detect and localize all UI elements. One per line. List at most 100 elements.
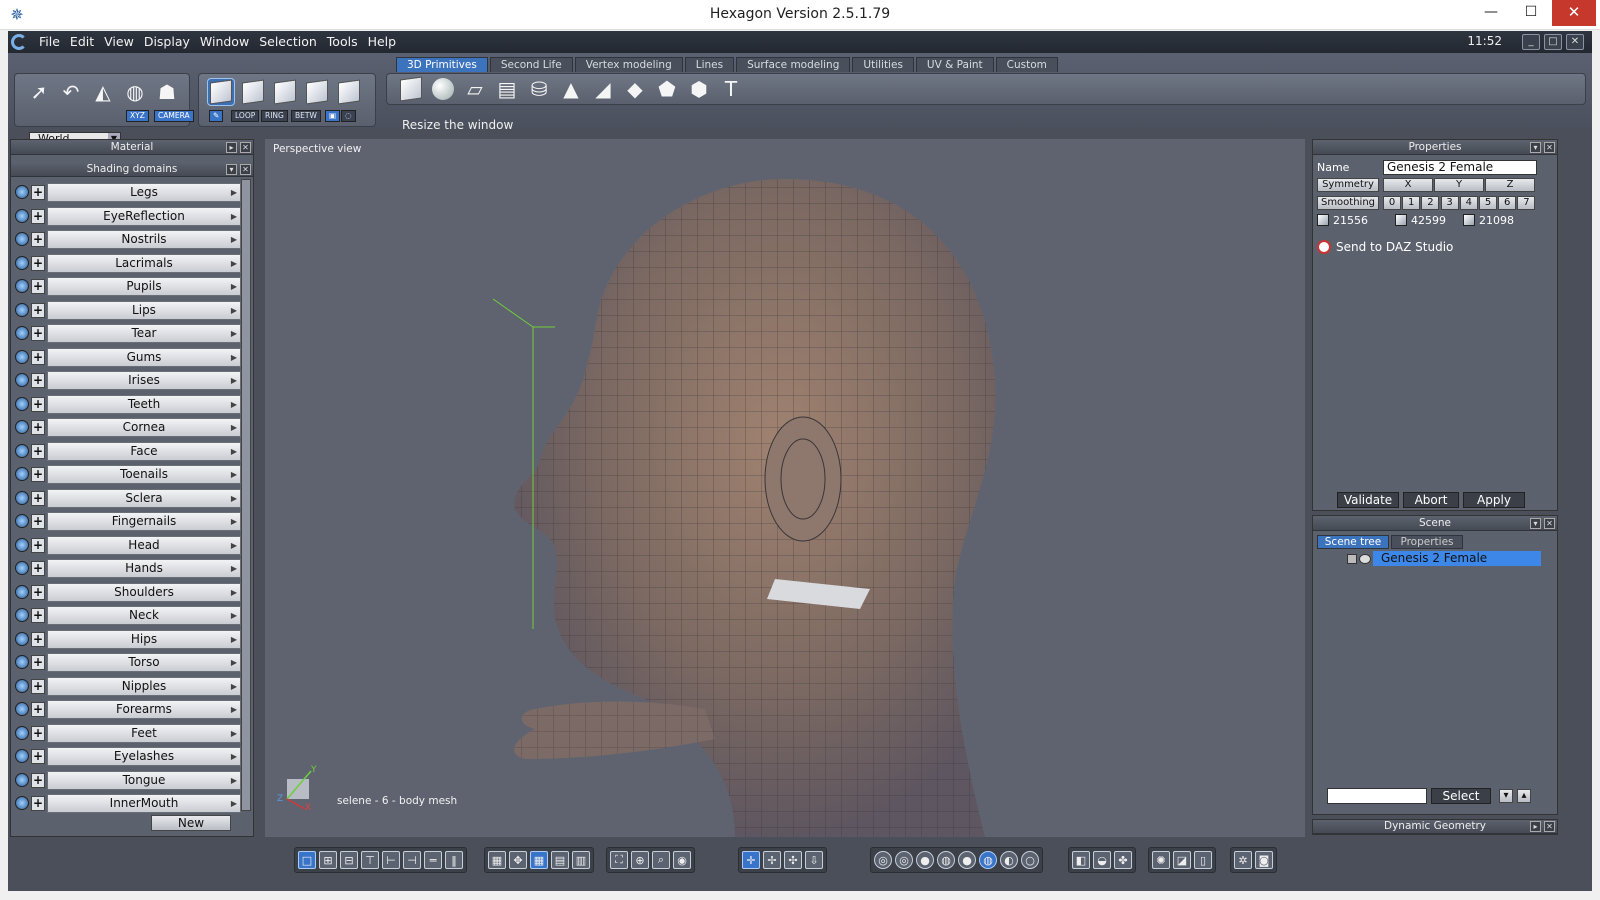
menu-window[interactable]: Window bbox=[195, 34, 254, 49]
loop-button[interactable]: LOOP bbox=[231, 110, 260, 122]
smoothing-button[interactable]: Smoothing bbox=[1317, 196, 1379, 210]
textured-wire-icon[interactable]: ◍ bbox=[979, 851, 997, 869]
three-view-icon[interactable]: ⊟ bbox=[340, 851, 358, 869]
shading-domain-tear[interactable]: + Tear ▶ bbox=[15, 324, 241, 343]
tab-utilities[interactable]: Utilities bbox=[852, 57, 914, 72]
visibility-eye-icon[interactable] bbox=[15, 279, 29, 293]
smoothing-level-1-button[interactable]: 1 bbox=[1402, 196, 1421, 210]
panel-menu-icon[interactable]: ▾ bbox=[226, 164, 237, 175]
quad-view-icon[interactable]: ⊞ bbox=[319, 851, 337, 869]
tab-scene-tree[interactable]: Scene tree bbox=[1317, 535, 1389, 549]
panel-close-icon[interactable]: ✕ bbox=[1544, 142, 1555, 153]
shading-domain-label[interactable]: Pupils ▶ bbox=[47, 277, 241, 296]
smoothing-level-5-button[interactable]: 5 bbox=[1479, 196, 1497, 210]
add-material-icon[interactable]: + bbox=[31, 185, 45, 200]
zoom-icon[interactable]: ⌕ bbox=[652, 851, 670, 869]
object-name-field[interactable]: Genesis 2 Female bbox=[1383, 160, 1537, 175]
shading-domain-feet[interactable]: + Feet ▶ bbox=[15, 723, 241, 743]
add-material-icon[interactable]: + bbox=[31, 302, 45, 318]
add-material-icon[interactable]: + bbox=[31, 631, 45, 647]
edge-mode-icon[interactable] bbox=[271, 78, 299, 106]
shading-domain-hips[interactable]: + Hips ▶ bbox=[15, 629, 241, 649]
shading-domain-label[interactable]: Feet ▶ bbox=[47, 723, 241, 743]
visibility-eye-icon[interactable] bbox=[15, 232, 29, 246]
pan-view-icon[interactable]: ✢ bbox=[763, 851, 781, 869]
shading-domain-label[interactable]: Neck ▶ bbox=[47, 606, 241, 625]
shading-domain-label[interactable]: InnerMouth ▶ bbox=[47, 794, 241, 813]
shading-domain-eyelashes[interactable]: + Eyelashes ▶ bbox=[15, 747, 241, 766]
frame-all-icon[interactable]: ⛶ bbox=[610, 851, 628, 869]
visibility-eye-icon[interactable] bbox=[15, 255, 29, 270]
visibility-eye-icon[interactable] bbox=[15, 796, 29, 810]
tab-lines[interactable]: Lines bbox=[684, 57, 735, 72]
visibility-eye-icon[interactable] bbox=[15, 678, 29, 693]
smooth-shade-icon[interactable]: ● bbox=[958, 851, 976, 869]
lock-icon[interactable] bbox=[1347, 554, 1357, 564]
smooth-wire-icon[interactable]: ◍ bbox=[937, 851, 955, 869]
visibility-eye-icon[interactable] bbox=[15, 443, 29, 458]
shading-domain-label[interactable]: Forearms ▶ bbox=[47, 700, 241, 719]
app-close-button[interactable]: ✕ bbox=[1566, 34, 1584, 50]
domain-list-scrollbar[interactable] bbox=[241, 179, 251, 811]
add-material-icon[interactable]: + bbox=[31, 467, 45, 482]
tab-scene-properties[interactable]: Properties bbox=[1391, 535, 1463, 549]
add-material-icon[interactable]: + bbox=[31, 420, 45, 435]
visibility-eye-icon[interactable] bbox=[15, 185, 29, 199]
shading-domain-nipples[interactable]: + Nipples ▶ bbox=[15, 676, 241, 696]
close-button[interactable]: ✕ bbox=[1552, 0, 1596, 26]
wireframe-sphere-icon[interactable]: ◎ bbox=[874, 851, 892, 869]
smoothing-level-4-button[interactable]: 4 bbox=[1459, 196, 1478, 210]
shading-domain-label[interactable]: EyeReflection ▶ bbox=[47, 206, 241, 226]
menu-tools[interactable]: Tools bbox=[322, 34, 363, 49]
icosahedron-icon[interactable]: ⬢ bbox=[685, 75, 713, 103]
single-view-icon[interactable]: □ bbox=[298, 851, 316, 869]
shading-domain-label[interactable]: Toenails ▶ bbox=[47, 465, 241, 484]
shading-domain-label[interactable]: Lacrimals ▶ bbox=[47, 253, 241, 273]
shading-domain-label[interactable]: Hips ▶ bbox=[47, 629, 241, 649]
add-material-icon[interactable]: + bbox=[31, 749, 45, 764]
plane-primitive-icon[interactable]: ▱ bbox=[461, 75, 489, 103]
visibility-eye-icon[interactable] bbox=[15, 349, 29, 364]
grid-red-icon[interactable]: ▤ bbox=[551, 851, 569, 869]
visibility-eye-icon[interactable] bbox=[15, 584, 29, 599]
visibility-eye-icon[interactable] bbox=[15, 490, 29, 505]
add-material-icon[interactable]: + bbox=[31, 514, 45, 529]
shrink-icon[interactable]: ◌ bbox=[341, 110, 356, 122]
visibility-eye-icon[interactable] bbox=[15, 396, 29, 411]
grid-plane-icon[interactable]: ▤ bbox=[493, 75, 521, 103]
shading-domain-legs[interactable]: + Legs ▶ bbox=[15, 183, 241, 202]
select-button[interactable]: Select bbox=[1431, 788, 1491, 804]
visibility-eye-icon[interactable] bbox=[1359, 554, 1371, 564]
grow-icon[interactable]: ▣ bbox=[325, 110, 341, 122]
visibility-eye-icon[interactable] bbox=[15, 537, 29, 552]
scene-search-input[interactable] bbox=[1327, 788, 1427, 804]
diamond-primitive-icon[interactable]: ◆ bbox=[621, 75, 649, 103]
lasso-select-icon[interactable]: ↶ bbox=[57, 78, 85, 106]
camera-button[interactable]: CAMERA bbox=[154, 110, 194, 122]
add-material-icon[interactable]: + bbox=[31, 537, 45, 553]
smoothing-level-2-button[interactable]: 2 bbox=[1421, 196, 1440, 210]
panel-expand-icon[interactable]: ▸ bbox=[1530, 821, 1541, 832]
paint-select-icon[interactable]: ◭ bbox=[89, 78, 117, 106]
minimize-button[interactable]: — bbox=[1474, 0, 1508, 26]
scroll-down-icon[interactable]: ▾ bbox=[1499, 789, 1513, 803]
send-to-daz-button[interactable]: Send to DAZ Studio bbox=[1317, 240, 1453, 254]
display-hemisphere-icon[interactable]: ◒ bbox=[1093, 851, 1111, 869]
cone-primitive-icon[interactable]: ▲ bbox=[557, 75, 585, 103]
shading-domain-lips[interactable]: + Lips ▶ bbox=[15, 300, 241, 320]
add-material-icon[interactable]: + bbox=[31, 490, 45, 506]
shading-domain-label[interactable]: Head ▶ bbox=[47, 535, 241, 555]
add-material-icon[interactable]: + bbox=[31, 326, 45, 341]
shading-domain-pupils[interactable]: + Pupils ▶ bbox=[15, 277, 241, 296]
visibility-eye-icon[interactable] bbox=[15, 467, 29, 481]
shading-domain-label[interactable]: Teeth ▶ bbox=[47, 394, 241, 414]
tab-3d-primitives[interactable]: 3D Primitives bbox=[396, 57, 488, 72]
panel-menu-icon[interactable]: ▾ bbox=[1530, 518, 1541, 529]
add-material-icon[interactable]: + bbox=[31, 584, 45, 600]
shading-domain-nostrils[interactable]: + Nostrils ▶ bbox=[15, 230, 241, 249]
shading-domain-face[interactable]: + Face ▶ bbox=[15, 441, 241, 461]
visibility-eye-icon[interactable] bbox=[15, 326, 29, 340]
add-material-icon[interactable]: + bbox=[31, 208, 45, 224]
visibility-eye-icon[interactable] bbox=[15, 208, 29, 223]
flat-shade-icon[interactable]: ● bbox=[916, 851, 934, 869]
